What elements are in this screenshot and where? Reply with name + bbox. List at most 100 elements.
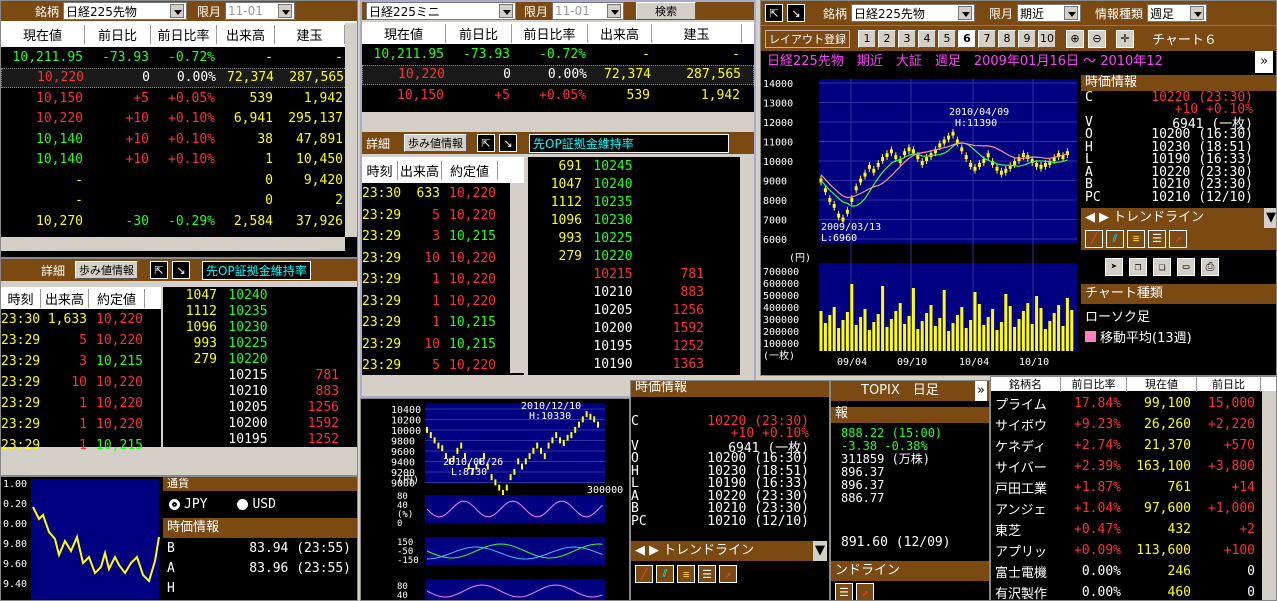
info-type-select[interactable]: 週足: [1147, 4, 1208, 22]
right-arrow-icon[interactable]: ▶: [1099, 208, 1109, 228]
chart-type-value[interactable]: ローソク足: [1081, 304, 1276, 327]
layout-register-button[interactable]: レイアウト登録: [765, 29, 850, 48]
expand-icon[interactable]: ⇱: [765, 4, 783, 22]
chart-month-select[interactable]: 期近: [1017, 4, 1082, 22]
ranking-row[interactable]: 有沢製作 0.00% 460 0: [991, 582, 1276, 600]
usd-radio[interactable]: USD: [237, 497, 276, 512]
table-row[interactable]: 10,140 +10 +0.10% 1 10,450: [1, 150, 357, 171]
left-arrow-icon[interactable]: ◀: [635, 541, 645, 561]
horizontal-scrollbar[interactable]: [1, 453, 161, 467]
chevron-down-icon[interactable]: ▼: [813, 541, 827, 561]
ranking-row[interactable]: サイボウ +9.23% 26,260 +2,220: [991, 414, 1276, 435]
expand-icon[interactable]: ⇱: [477, 134, 496, 152]
horizontal-tool-icon[interactable]: ☰: [1148, 229, 1166, 248]
table-row[interactable]: 10,220 0 0.00% 72,374 287,565: [1, 67, 357, 88]
chart-tab-2[interactable]: 2: [878, 29, 896, 48]
ranking-row[interactable]: アプリッ +0.09% 113,600 +100: [991, 540, 1276, 561]
double-chevron-icon[interactable]: »: [975, 381, 987, 401]
chart6-tabbar: レイアウト登録 1 2 3 4 5 6 7 8 9 10 ⊕ ⊖ ✛ チャート６: [761, 25, 1276, 51]
delete-icon[interactable]: ▭: [1177, 257, 1195, 276]
double-chevron-icon[interactable]: »: [1255, 51, 1273, 73]
table-cell: -: [265, 49, 273, 65]
ranking-row[interactable]: ケネディ +2.74% 21,370 +570: [991, 435, 1276, 456]
ranking-row[interactable]: アンジェ +1.04% 97,600 +1,000: [991, 498, 1276, 519]
right-arrow-icon[interactable]: ▶: [649, 541, 659, 561]
brand-select[interactable]: 日経225先物: [63, 2, 188, 20]
arrow-icon[interactable]: ↘: [172, 261, 191, 279]
expand-icon[interactable]: ⇱: [150, 261, 169, 279]
pointer-icon[interactable]: ➤: [1105, 257, 1123, 276]
chart-tab-5[interactable]: 5: [938, 29, 956, 48]
table-cell: -: [642, 46, 650, 62]
table-row[interactable]: 10,270 -30 -0.29% 2,584 37,926: [1, 211, 357, 232]
line-tool-icon[interactable]: ╱: [1085, 229, 1103, 248]
arrow-icon[interactable]: ↘: [499, 134, 518, 152]
fibonacci-tool-icon[interactable]: ≡: [677, 565, 695, 583]
table-row[interactable]: 10,150 +5 +0.05% 539 1,942: [1, 88, 357, 109]
arrow-icon[interactable]: ↘: [787, 4, 805, 22]
vertical-scrollbar[interactable]: [345, 23, 357, 237]
ranking-row[interactable]: 富士電機 0.00% 246 0: [991, 561, 1276, 582]
chart-tab-1[interactable]: 1: [858, 29, 876, 48]
chart-tab-9[interactable]: 9: [1018, 29, 1036, 48]
arrow-tool-icon[interactable]: ↗: [856, 583, 874, 600]
line-tool-icon[interactable]: ╱: [635, 565, 653, 583]
chart-tab-6[interactable]: 6: [958, 29, 976, 48]
copy-icon[interactable]: ❐: [1129, 257, 1147, 276]
y-tick-label: 8000: [763, 196, 787, 207]
table-row[interactable]: 10,150 +5 +0.05% 539 1,942: [362, 85, 754, 106]
mid-trendline-title: ◀ ▶ トレンドライン ▼: [631, 541, 827, 561]
arrow-tool-icon[interactable]: ↗: [719, 565, 737, 583]
table-row[interactable]: 10,211.95 -73.93 -0.72% - -: [1, 47, 357, 68]
horizontal-scrollbar[interactable]: [362, 114, 754, 128]
horizontal-tool-icon[interactable]: ☰: [698, 565, 716, 583]
left-arrow-icon[interactable]: ◀: [1085, 208, 1095, 228]
crosshair-icon[interactable]: ✛: [1116, 29, 1134, 48]
chart-tab-10[interactable]: 10: [1038, 29, 1056, 48]
chart-tab-8[interactable]: 8: [998, 29, 1016, 48]
month-select[interactable]: 11-01: [225, 2, 296, 20]
table-row[interactable]: 10,211.95 -73.93 -0.72% - -: [362, 44, 754, 65]
ranking-row[interactable]: 戸田工業 +1.87% 761 +14: [991, 477, 1276, 498]
horizontal-tool-icon[interactable]: ☰: [835, 583, 853, 600]
chart-tab-4[interactable]: 4: [918, 29, 936, 48]
candle-body: [437, 442, 440, 449]
table-row[interactable]: 10,220 +10 +0.10% 6,941 295,137: [1, 109, 357, 130]
paste-icon[interactable]: ❏: [1153, 257, 1171, 276]
zoom-in-icon[interactable]: ⊕: [1066, 29, 1084, 48]
print-icon[interactable]: ⎙: [1201, 257, 1219, 276]
brand-select-mini[interactable]: 日経225ミニ: [366, 2, 516, 20]
vertical-scrollbar[interactable]: [510, 183, 524, 373]
table-row[interactable]: - 0 9,420: [1, 170, 357, 191]
moving-average-item[interactable]: 移動平均(13週): [1081, 327, 1276, 346]
horizontal-scrollbar[interactable]: [1, 237, 345, 251]
channel-tool-icon[interactable]: ⫽: [656, 565, 674, 583]
quote-table-header-2: 現在値 前日比 前日比率 出来高 建玉: [362, 22, 754, 44]
arrow-tool-icon[interactable]: ↗: [1169, 229, 1187, 248]
jpy-radio[interactable]: JPY: [169, 497, 207, 512]
walk-value-button[interactable]: 歩み値情報: [75, 261, 139, 279]
chart-brand-select[interactable]: 日経225先物: [851, 4, 976, 22]
walk-value-button[interactable]: 歩み値情報: [404, 134, 468, 152]
chevron-down-icon[interactable]: ▼: [1264, 207, 1276, 228]
month-select-mini[interactable]: 11-01: [552, 2, 625, 20]
table-cell: -30: [125, 213, 149, 229]
fibonacci-tool-icon[interactable]: ≡: [1127, 229, 1145, 248]
table-row[interactable]: 10,140 +10 +0.10% 38 47,891: [1, 129, 357, 150]
ranking-row[interactable]: 東芝 +0.47% 432 +2: [991, 519, 1276, 540]
horizontal-scrollbar[interactable]: [362, 378, 524, 392]
channel-tool-icon[interactable]: ⫽: [1106, 229, 1124, 248]
horizontal-scrollbar[interactable]: [163, 453, 343, 467]
chart-tab-3[interactable]: 3: [898, 29, 916, 48]
table-row[interactable]: - 0 2: [1, 191, 357, 212]
zoom-out-icon[interactable]: ⊖: [1088, 29, 1106, 48]
search-button[interactable]: 検索: [636, 2, 697, 20]
candle-body: [999, 170, 1003, 175]
vertical-scrollbar[interactable]: [1262, 391, 1276, 600]
ranking-row[interactable]: サイバー +2.39% 163,100 +3,800: [991, 456, 1276, 477]
ranking-row[interactable]: プライム 17.84% 99,100 15,000: [991, 393, 1276, 414]
table-row[interactable]: 10,220 0 0.00% 72,374 287,565: [362, 64, 754, 85]
chart-tab-7[interactable]: 7: [978, 29, 996, 48]
price-chart-mini: 10400102001000098009600940092009000(円)20…: [361, 399, 629, 600]
vertical-scrollbar[interactable]: [740, 157, 754, 375]
